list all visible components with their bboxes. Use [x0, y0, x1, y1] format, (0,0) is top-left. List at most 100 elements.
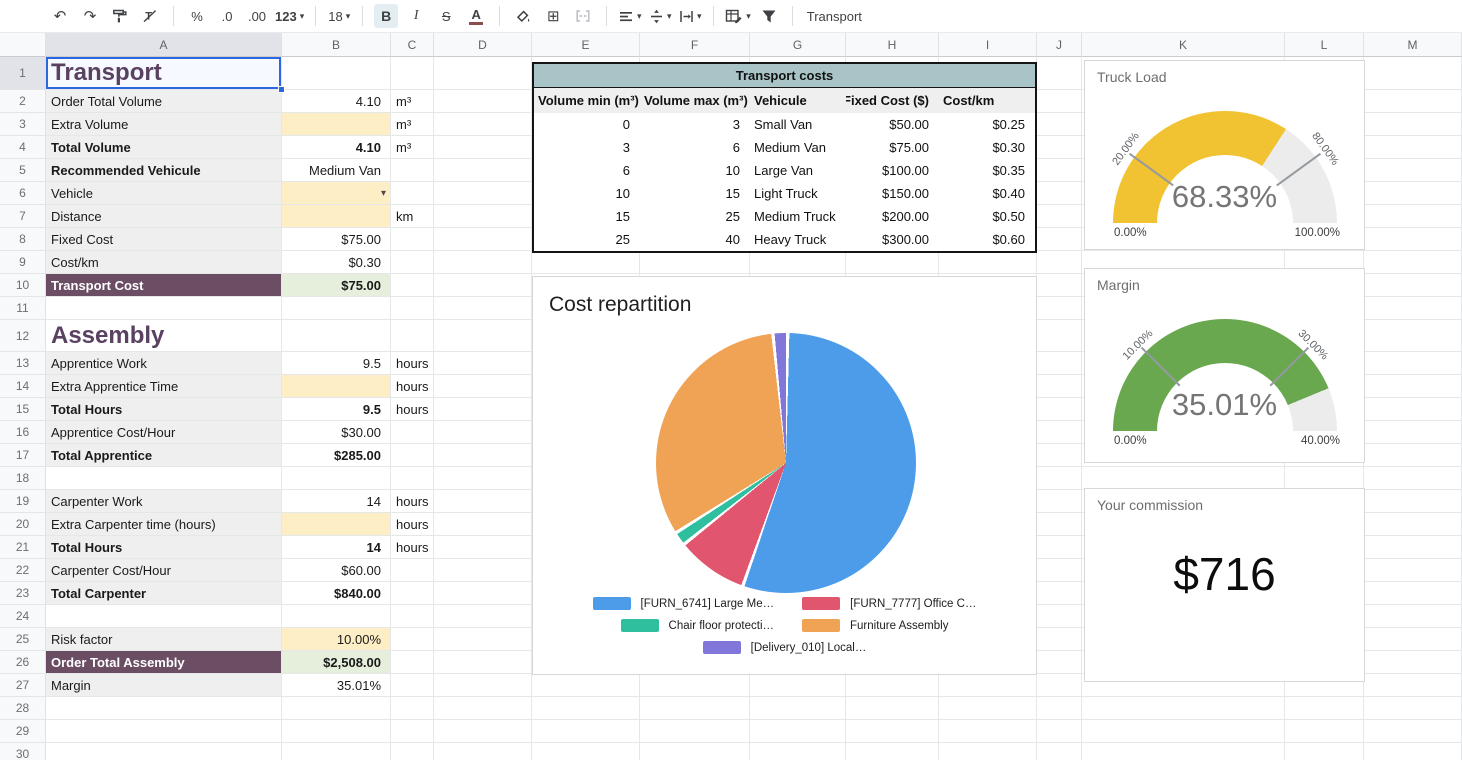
cell-A21[interactable]: Total Hours [46, 536, 282, 559]
row-header-5[interactable]: 5 [0, 159, 46, 182]
cell-A10[interactable]: Transport Cost [46, 274, 282, 297]
cell-C27[interactable] [391, 674, 434, 697]
cell-D12[interactable] [434, 320, 532, 352]
cell-C24[interactable] [391, 605, 434, 628]
cell-J16[interactable] [1037, 421, 1082, 444]
cell-M16[interactable] [1364, 421, 1462, 444]
borders-button[interactable]: ⊞ [541, 4, 565, 28]
cell-D30[interactable] [434, 743, 532, 760]
cell-D28[interactable] [434, 697, 532, 720]
column-header-B[interactable]: B [282, 33, 391, 57]
row-header-22[interactable]: 22 [0, 559, 46, 582]
cell-F9[interactable] [640, 251, 750, 274]
cell-E28[interactable] [532, 697, 640, 720]
cell-B4[interactable]: 4.10 [282, 136, 391, 159]
cell-J15[interactable] [1037, 398, 1082, 421]
cell-K30[interactable] [1082, 743, 1285, 760]
costs-cell[interactable]: $0.50 [939, 205, 1035, 228]
cell-M18[interactable] [1364, 467, 1462, 490]
costs-cell[interactable]: 15 [534, 205, 640, 228]
cell-B12[interactable] [282, 320, 391, 352]
cell-E30[interactable] [532, 743, 640, 760]
row-header-10[interactable]: 10 [0, 274, 46, 297]
paint-format-button[interactable] [108, 4, 132, 28]
costs-cell[interactable]: $50.00 [846, 113, 939, 136]
cell-J2[interactable] [1037, 90, 1082, 113]
cell-F28[interactable] [640, 697, 750, 720]
cell-D20[interactable] [434, 513, 532, 536]
cell-A27[interactable]: Margin [46, 674, 282, 697]
cell-M4[interactable] [1364, 136, 1462, 159]
column-header-H[interactable]: H [846, 33, 939, 57]
cell-D21[interactable] [434, 536, 532, 559]
cell-J5[interactable] [1037, 159, 1082, 182]
cell-M25[interactable] [1364, 628, 1462, 651]
italic-button[interactable]: I [404, 4, 428, 28]
cell-D25[interactable] [434, 628, 532, 651]
cell-C30[interactable] [391, 743, 434, 760]
cell-D9[interactable] [434, 251, 532, 274]
percent-format-button[interactable]: % [185, 4, 209, 28]
costs-cell[interactable]: $100.00 [846, 159, 939, 182]
row-header-18[interactable]: 18 [0, 467, 46, 490]
cell-M7[interactable] [1364, 205, 1462, 228]
cell-C6[interactable] [391, 182, 434, 205]
costs-cell[interactable]: 25 [534, 228, 640, 251]
cell-J28[interactable] [1037, 697, 1082, 720]
cell-D7[interactable] [434, 205, 532, 228]
cell-J1[interactable] [1037, 57, 1082, 90]
fill-color-button[interactable] [511, 4, 535, 28]
cell-B21[interactable]: 14 [282, 536, 391, 559]
cell-A1[interactable]: Transport [46, 57, 282, 90]
costs-cell[interactable]: 6 [534, 159, 640, 182]
cell-B11[interactable] [282, 297, 391, 320]
cell-C14[interactable]: hours [391, 375, 434, 398]
costs-cell[interactable]: 3 [640, 113, 750, 136]
cell-B30[interactable] [282, 743, 391, 760]
cell-C12[interactable] [391, 320, 434, 352]
cell-M11[interactable] [1364, 297, 1462, 320]
costs-header-cell[interactable]: Vehicule [750, 88, 846, 113]
cell-D8[interactable] [434, 228, 532, 251]
costs-cell[interactable]: $200.00 [846, 205, 939, 228]
cell-J3[interactable] [1037, 113, 1082, 136]
cell-M30[interactable] [1364, 743, 1462, 760]
cell-J25[interactable] [1037, 628, 1082, 651]
cell-J22[interactable] [1037, 559, 1082, 582]
cell-C5[interactable] [391, 159, 434, 182]
cell-M20[interactable] [1364, 513, 1462, 536]
costs-cell[interactable]: $0.30 [939, 136, 1035, 159]
cell-J19[interactable] [1037, 490, 1082, 513]
margin-gauge-card[interactable]: Margin 10.00% 30.00% 35.01% 0.00% 40.00% [1084, 268, 1365, 463]
undo-button[interactable]: ↶ [48, 4, 72, 28]
costs-cell[interactable]: $150.00 [846, 182, 939, 205]
row-header-30[interactable]: 30 [0, 743, 46, 760]
cell-K29[interactable] [1082, 720, 1285, 743]
cell-B16[interactable]: $30.00 [282, 421, 391, 444]
cell-J17[interactable] [1037, 444, 1082, 467]
cell-A6[interactable]: Vehicle [46, 182, 282, 205]
cell-C19[interactable]: hours [391, 490, 434, 513]
cell-M22[interactable] [1364, 559, 1462, 582]
cell-I29[interactable] [939, 720, 1037, 743]
cell-C20[interactable]: hours [391, 513, 434, 536]
costs-cell[interactable]: $300.00 [846, 228, 939, 251]
cell-D18[interactable] [434, 467, 532, 490]
column-header-I[interactable]: I [939, 33, 1037, 57]
row-header-24[interactable]: 24 [0, 605, 46, 628]
cell-M6[interactable] [1364, 182, 1462, 205]
cell-D22[interactable] [434, 559, 532, 582]
row-header-19[interactable]: 19 [0, 490, 46, 513]
cell-M23[interactable] [1364, 582, 1462, 605]
row-header-1[interactable]: 1 [0, 57, 46, 90]
cell-B1[interactable] [282, 57, 391, 90]
cell-C8[interactable] [391, 228, 434, 251]
cell-J9[interactable] [1037, 251, 1082, 274]
cell-D17[interactable] [434, 444, 532, 467]
cell-D19[interactable] [434, 490, 532, 513]
cell-B29[interactable] [282, 720, 391, 743]
cell-A9[interactable]: Cost/km [46, 251, 282, 274]
cell-M13[interactable] [1364, 352, 1462, 375]
cell-B7[interactable] [282, 205, 391, 228]
cell-M21[interactable] [1364, 536, 1462, 559]
